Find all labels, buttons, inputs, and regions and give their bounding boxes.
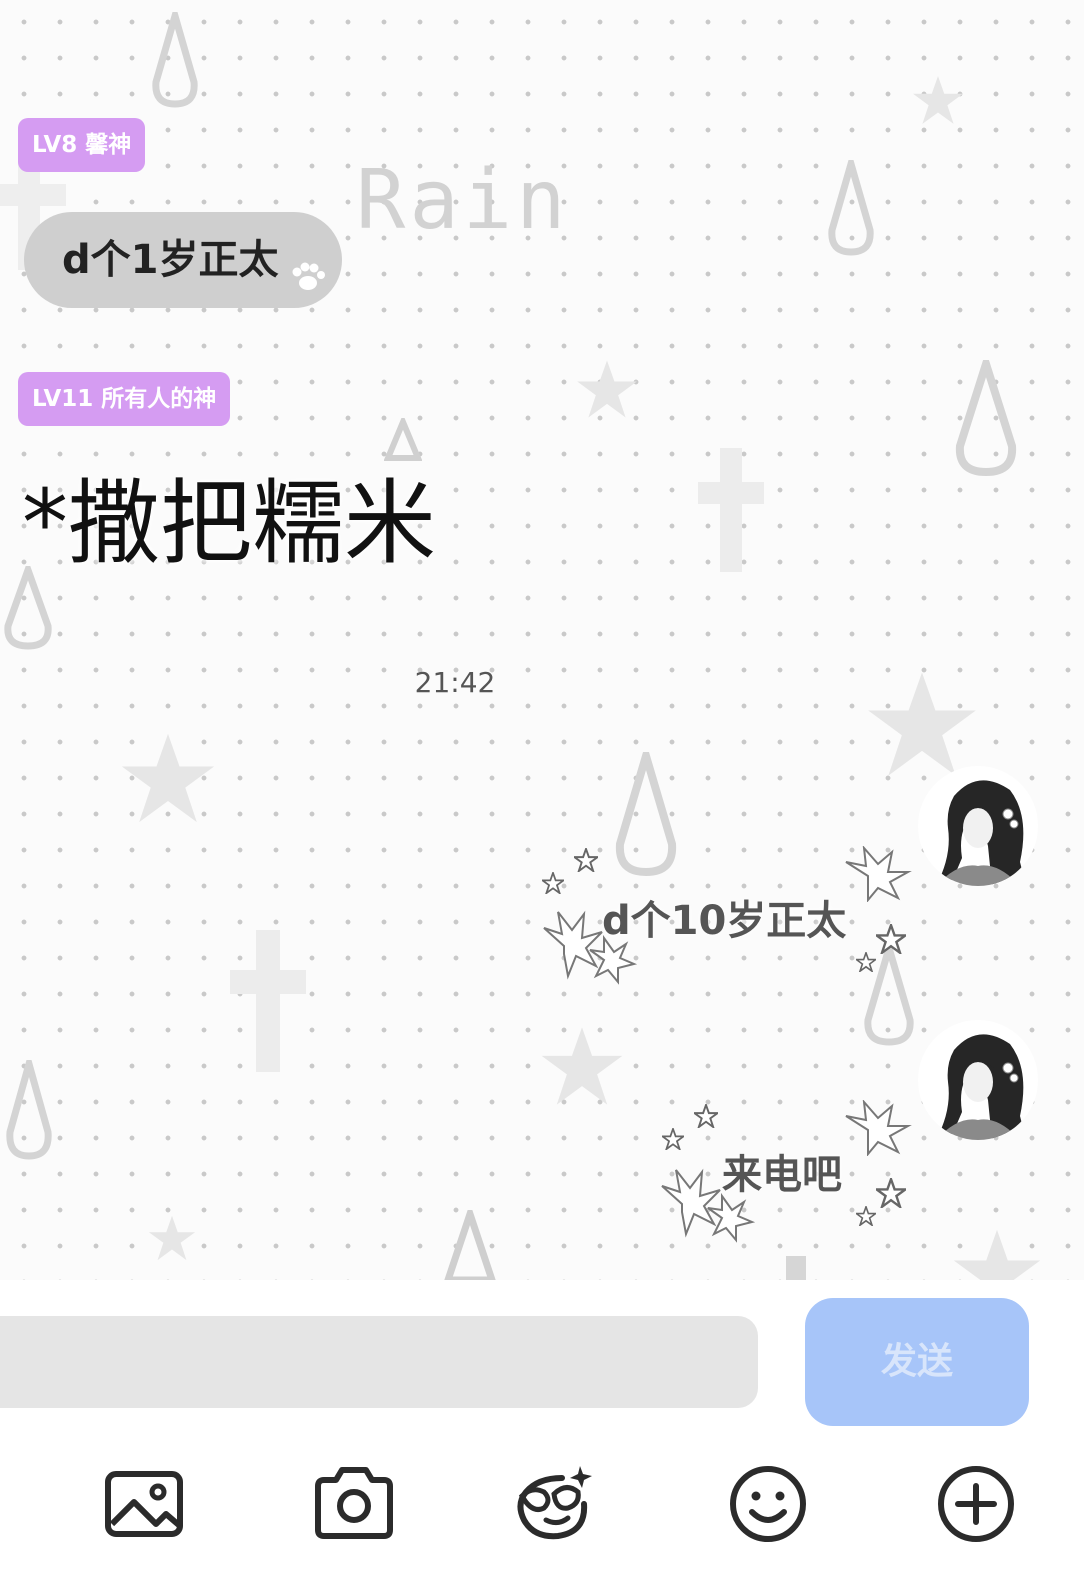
avatar[interactable] xyxy=(918,766,1038,886)
message-text-large[interactable]: *撒把糯米 xyxy=(22,478,436,570)
cross-icon xyxy=(230,930,306,1072)
raindrop-icon xyxy=(150,12,200,108)
star-outline-icon xyxy=(691,1102,721,1132)
star-outline-icon xyxy=(872,921,910,958)
star-icon xyxy=(120,730,216,826)
lily-decoration xyxy=(838,1098,912,1160)
lily-decoration xyxy=(838,844,912,906)
star-outline-icon xyxy=(853,1204,879,1230)
message-text: d个1岁正太 xyxy=(62,237,279,283)
raindrop-icon xyxy=(2,566,54,650)
star-outline-icon xyxy=(571,846,601,876)
star-icon xyxy=(540,1024,624,1108)
raindrop-icon xyxy=(442,1210,498,1280)
raindrop-icon xyxy=(952,360,1020,478)
paw-icon xyxy=(290,262,326,296)
raindrop-icon xyxy=(4,1060,54,1160)
level-badge: LV8 馨神 xyxy=(18,118,146,172)
raindrop-icon xyxy=(826,160,876,256)
message-input[interactable] xyxy=(0,1316,758,1408)
cross-icon xyxy=(698,448,764,572)
star-icon xyxy=(576,358,638,420)
send-button[interactable]: 发送 xyxy=(805,1298,1029,1426)
square-decoration xyxy=(786,1256,806,1280)
chat-area[interactable]: Rain LV8 馨神 d个1岁正太 LV11 所有人的神 *撒把糯米 21:4… xyxy=(0,0,1084,1280)
raindrop-icon xyxy=(384,418,422,462)
star-icon xyxy=(912,74,964,126)
star-outline-icon xyxy=(659,1126,687,1154)
star-outline-icon xyxy=(539,870,567,898)
message-text-outgoing[interactable]: 来电吧 xyxy=(722,1142,842,1200)
raindrop-icon xyxy=(612,752,680,878)
camera-icon[interactable] xyxy=(312,1462,396,1546)
plus-icon[interactable] xyxy=(934,1462,1018,1546)
level-badge: LV11 所有人的神 xyxy=(18,372,231,426)
star-icon xyxy=(952,1226,1042,1280)
star-icon xyxy=(148,1214,196,1262)
avatar[interactable] xyxy=(918,1020,1038,1140)
sticker-mask-icon[interactable] xyxy=(514,1462,598,1546)
rain-watermark: Rain xyxy=(356,153,570,248)
star-outline-icon xyxy=(853,950,879,976)
message-text-outgoing[interactable]: d个10岁正太 xyxy=(602,888,846,946)
emoji-icon[interactable] xyxy=(726,1462,810,1546)
star-outline-icon xyxy=(872,1175,910,1212)
image-icon[interactable] xyxy=(104,1462,188,1546)
message-timestamp: 21:42 xyxy=(414,666,496,699)
